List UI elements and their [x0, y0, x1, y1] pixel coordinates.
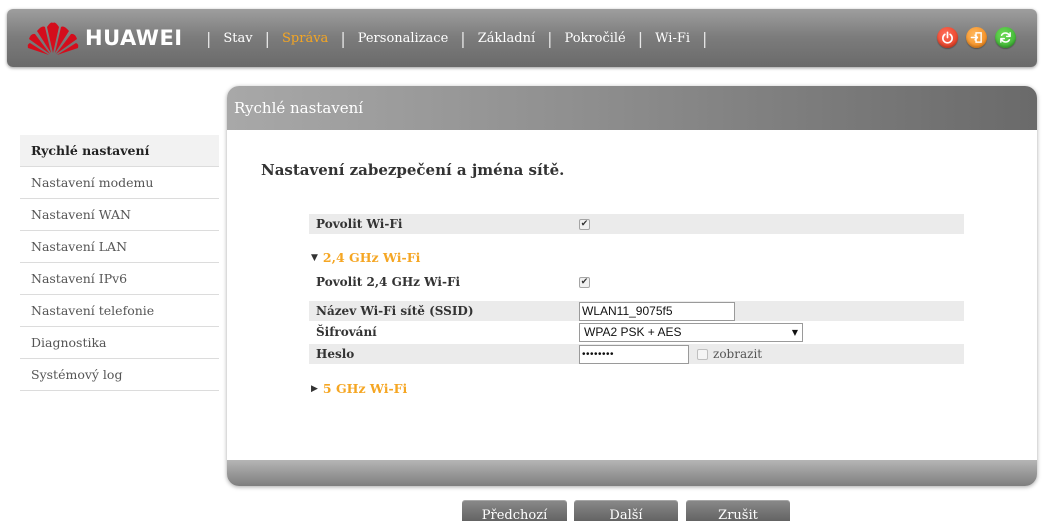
- group-24ghz-label: 2,4 GHz Wi-Fi: [322, 250, 421, 265]
- enable-wifi-checkbox[interactable]: ✔: [579, 218, 590, 230]
- huawei-logo[interactable]: HUAWEI: [27, 19, 192, 57]
- nav-separator: |: [702, 28, 708, 48]
- nav-separator: |: [206, 28, 212, 48]
- encryption-selected-value: WPA2 PSK + AES: [584, 325, 682, 339]
- refresh-icon[interactable]: [995, 27, 1016, 48]
- password-input[interactable]: ••••••••: [579, 344, 689, 364]
- nav-item-wifi[interactable]: Wi-Fi: [655, 31, 690, 46]
- group-5ghz-label: 5 GHz Wi-Fi: [322, 381, 408, 396]
- show-password-checkbox[interactable]: [697, 348, 708, 360]
- quick-setup-panel: Rychlé nastavení Nastavení zabezpečení a…: [227, 86, 1037, 486]
- wizard-buttons: Předchozí Další Zrušit: [0, 500, 1045, 521]
- enable-wifi-row: Povolit Wi-Fi ✔: [309, 214, 964, 234]
- collapsed-triangle-icon: ▶: [311, 383, 318, 394]
- logout-icon[interactable]: [966, 27, 987, 48]
- top-navigation-bar: HUAWEI | Stav | Správa | Personalizace |…: [7, 9, 1037, 67]
- main-nav: | Stav | Správa | Personalizace | Základ…: [194, 9, 719, 67]
- expanded-triangle-icon: ▼: [311, 252, 318, 263]
- nav-separator: |: [460, 28, 466, 48]
- top-icons: [937, 27, 1016, 48]
- nav-separator: |: [637, 28, 644, 48]
- nav-separator: |: [340, 28, 346, 48]
- sidebar-item-nastaveni-lan[interactable]: Nastavení LAN: [20, 231, 219, 263]
- password-row: Heslo •••••••• zobrazit: [309, 344, 964, 364]
- password-label: Heslo: [316, 347, 355, 361]
- next-button[interactable]: Další: [574, 500, 678, 521]
- panel-body: Nastavení zabezpečení a jména sítě. Povo…: [227, 130, 1037, 460]
- huawei-petals-icon: [27, 22, 79, 55]
- sidebar-item-rychle-nastaveni[interactable]: Rychlé nastavení: [20, 135, 219, 167]
- encryption-row: Šifrování WPA2 PSK + AES ▼: [309, 322, 964, 342]
- nav-separator: |: [547, 28, 553, 48]
- power-icon[interactable]: [937, 27, 958, 48]
- nav-item-zakladni[interactable]: Základní: [478, 31, 535, 46]
- sidebar-item-nastaveni-wan[interactable]: Nastavení WAN: [20, 199, 219, 231]
- nav-separator: |: [264, 28, 271, 48]
- encryption-label: Šifrování: [316, 325, 377, 339]
- sidebar: Rychlé nastavení Nastavení modemu Nastav…: [20, 135, 219, 391]
- sidebar-item-nastaveni-telefonie[interactable]: Nastavení telefonie: [20, 295, 219, 327]
- group-5ghz-toggle[interactable]: ▶ 5 GHz Wi-Fi: [311, 381, 407, 396]
- nav-item-sprava[interactable]: Správa: [282, 31, 328, 46]
- sidebar-item-systemovy-log[interactable]: Systémový log: [20, 359, 219, 391]
- brand-name: HUAWEI: [85, 26, 183, 50]
- group-24ghz-toggle[interactable]: ▼ 2,4 GHz Wi-Fi: [311, 250, 420, 265]
- ssid-input[interactable]: WLAN11_9075f5: [579, 301, 735, 321]
- show-password-label: zobrazit: [713, 347, 763, 361]
- sidebar-item-nastaveni-modemu[interactable]: Nastavení modemu: [20, 167, 219, 199]
- enable-24ghz-checkbox[interactable]: ✔: [579, 276, 590, 288]
- panel-footer: [227, 460, 1037, 486]
- enable-wifi-label: Povolit Wi-Fi: [316, 217, 403, 231]
- ssid-row: Název Wi-Fi sítě (SSID) WLAN11_9075f5: [309, 301, 964, 321]
- section-title: Nastavení zabezpečení a jména sítě.: [261, 161, 565, 179]
- panel-header: Rychlé nastavení: [227, 86, 1037, 130]
- chevron-down-icon: ▼: [791, 327, 798, 337]
- encryption-select[interactable]: WPA2 PSK + AES ▼: [579, 322, 803, 342]
- panel-title: Rychlé nastavení: [234, 99, 364, 117]
- enable-24ghz-label: Povolit 2,4 GHz Wi-Fi: [316, 275, 461, 289]
- ssid-label: Název Wi-Fi sítě (SSID): [316, 304, 474, 318]
- nav-item-stav[interactable]: Stav: [223, 31, 252, 46]
- cancel-button[interactable]: Zrušit: [686, 500, 790, 521]
- enable-24ghz-row: Povolit 2,4 GHz Wi-Fi ✔: [309, 272, 964, 292]
- nav-item-personalizace[interactable]: Personalizace: [358, 31, 449, 46]
- previous-button[interactable]: Předchozí: [462, 500, 567, 521]
- sidebar-item-nastaveni-ipv6[interactable]: Nastavení IPv6: [20, 263, 219, 295]
- sidebar-item-diagnostika[interactable]: Diagnostika: [20, 327, 219, 359]
- nav-item-pokrocile[interactable]: Pokročilé: [565, 31, 626, 46]
